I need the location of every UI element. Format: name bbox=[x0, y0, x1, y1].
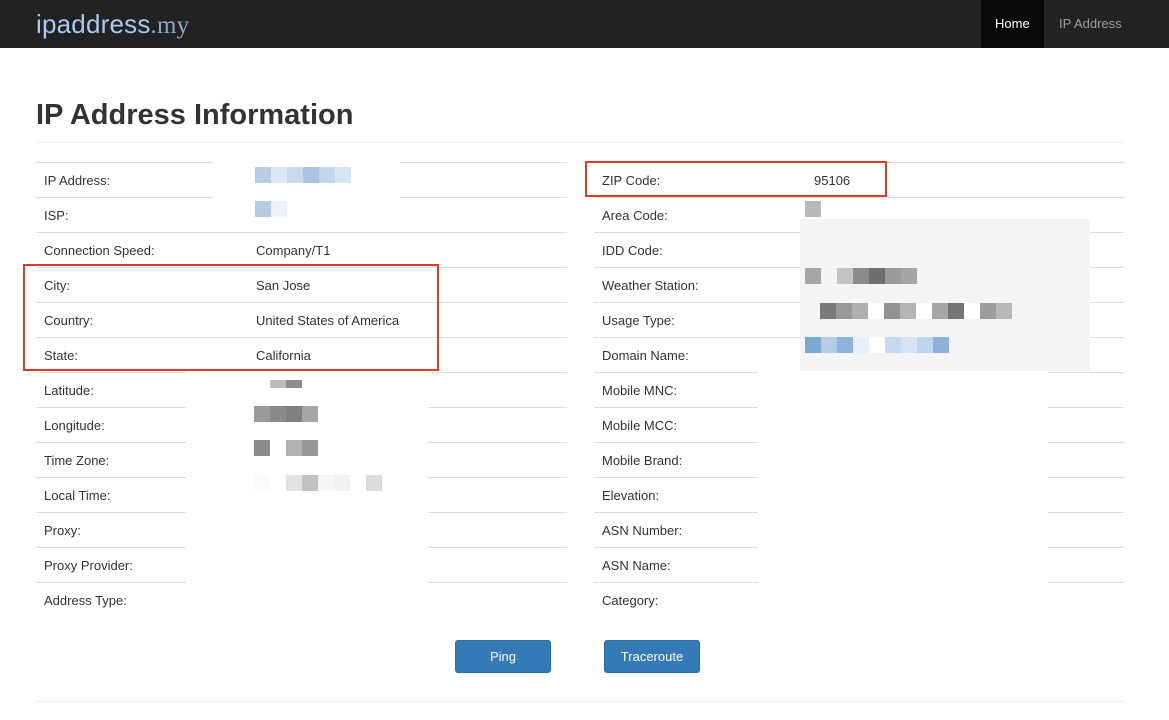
page-title: IP Address Information bbox=[36, 99, 354, 131]
redacted-weather-station bbox=[805, 268, 917, 284]
row-label: State: bbox=[44, 348, 78, 363]
redacted-local-time bbox=[254, 475, 382, 491]
row-label: Domain Name: bbox=[602, 348, 689, 363]
redacted-usage-type bbox=[820, 303, 1012, 319]
traceroute-button[interactable]: Traceroute bbox=[604, 640, 700, 673]
table-row-connection-speed: Connection Speed: Company/T1 bbox=[36, 232, 567, 267]
footer-divider bbox=[36, 701, 1124, 702]
nav-ip-address-link[interactable]: IP Address bbox=[1045, 0, 1136, 48]
row-label: ISP: bbox=[44, 208, 69, 223]
redacted-longitude bbox=[254, 406, 318, 422]
row-label: Connection Speed: bbox=[44, 243, 155, 258]
brand-logo-link[interactable]: ipaddress.my bbox=[36, 9, 189, 40]
row-label: Mobile MCC: bbox=[602, 418, 678, 433]
row-label: Time Zone: bbox=[44, 453, 110, 468]
redaction-wipe bbox=[758, 372, 1048, 592]
row-label: Category: bbox=[602, 593, 659, 608]
redaction-wipe bbox=[186, 512, 428, 592]
row-label: Country: bbox=[44, 313, 94, 328]
ping-button[interactable]: Ping bbox=[455, 640, 551, 673]
table-row-city: City: San Jose bbox=[36, 267, 567, 302]
redacted-domain-name bbox=[805, 337, 949, 353]
redacted-time-zone bbox=[254, 440, 318, 456]
row-label: Address Type: bbox=[44, 593, 127, 608]
row-label: Proxy Provider: bbox=[44, 558, 133, 573]
row-label: Elevation: bbox=[602, 488, 660, 503]
redacted-latitude bbox=[270, 380, 302, 388]
row-label: ZIP Code: bbox=[602, 173, 661, 188]
brand-name: ipaddress bbox=[36, 9, 151, 39]
row-label: Mobile MNC: bbox=[602, 383, 678, 398]
row-label: Weather Station: bbox=[602, 278, 699, 293]
table-row-country: Country: United States of America bbox=[36, 302, 567, 337]
row-label: ASN Name: bbox=[602, 558, 671, 573]
row-label: ASN Number: bbox=[602, 523, 683, 538]
redacted-ip-address bbox=[255, 167, 351, 183]
row-label: Proxy: bbox=[44, 523, 81, 538]
row-value: 95106 bbox=[814, 173, 851, 188]
row-value: United States of America bbox=[256, 313, 400, 328]
brand-tld: .my bbox=[150, 12, 190, 39]
redacted-area-code bbox=[805, 201, 821, 217]
row-label: Local Time: bbox=[44, 488, 111, 503]
row-value: Company/T1 bbox=[256, 243, 331, 258]
title-divider bbox=[36, 142, 1124, 143]
table-row-zip-code: ZIP Code: 95106 bbox=[594, 162, 1124, 197]
nav-home-link[interactable]: Home bbox=[981, 0, 1044, 48]
row-label: IP Address: bbox=[44, 173, 111, 188]
row-label: Longitude: bbox=[44, 418, 105, 433]
top-navbar: ipaddress.my Home IP Address bbox=[0, 0, 1169, 48]
row-label: Latitude: bbox=[44, 383, 94, 398]
row-label: Area Code: bbox=[602, 208, 668, 223]
row-value: San Jose bbox=[256, 278, 311, 293]
redacted-isp bbox=[255, 201, 287, 217]
row-value: California bbox=[256, 348, 311, 363]
row-label: IDD Code: bbox=[602, 243, 663, 258]
row-label: Mobile Brand: bbox=[602, 453, 683, 468]
row-label: City: bbox=[44, 278, 70, 293]
table-row-state: State: California bbox=[36, 337, 567, 372]
row-label: Usage Type: bbox=[602, 313, 675, 328]
